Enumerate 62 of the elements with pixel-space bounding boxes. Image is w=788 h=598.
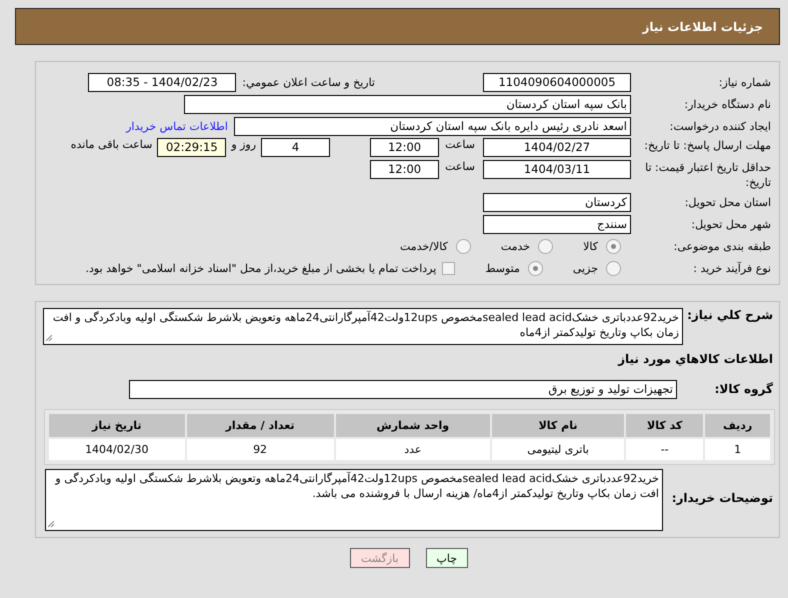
resize-grip-icon[interactable] [48,521,55,528]
deadline-time-field: 12:00 [370,138,440,157]
field-label: نوع فرآیند خرید : [692,260,771,276]
option-label: جزیی [572,262,598,274]
contact-link[interactable]: اطلاعات تماس خریدار [126,120,228,132]
description-field[interactable]: خرید92عددباتری خشکsealed lead acidمخصوص 12upsولت42آمپرگارانتی24ماهه وتعویض بلاشرط شکستگی اولیه وبادکردگی و افت زمان بکاپ وتاریخ تولیدکمتر از4ماه [43,308,683,345]
validity-time-field: 12:00 [370,160,440,179]
field-label: حداقل تاریخ اعتبار قیمت: تا تاریخ: [644,160,771,190]
option-label: کالا [583,240,598,252]
option-label: خدمت [500,240,530,252]
table-cell: -- [626,439,704,460]
field-label: توضیحات خریدار: [670,491,773,506]
field-label: ساعت [445,160,475,173]
table-cell: باتری لیتیومی [492,439,624,460]
city-field: سنندج [483,214,631,234]
page-title: جزئیات اطلاعات نیاز [642,20,763,34]
buyer-org-field: بانک سپه استان کردستان [184,94,631,114]
province-field: کردستان [483,192,631,212]
resize-grip-icon[interactable] [46,335,53,342]
field-label: روز و [231,138,256,151]
goods-group-field: تجهیزات تولید و توزیع برق [129,380,677,398]
field-label: استان محل تحویل: [684,194,771,210]
buyer-notes-field[interactable]: خرید92عددباتری خشکsealed lead acidمخصوص 12upsولت42آمپرگارانتی24ماهه وتعویض بلاشرط شکستگی اولیه وبادکردگی و افت زمان بکاپ وتاریخ تولیدکمتر از4ماه/ هزینه ارسال با فروشنده می باشد. [45,469,663,531]
section-title: اطلاعات كالاهاي مورد نياز [616,352,773,366]
column-header: کد کالا [626,414,704,437]
field-label: شهر محل تحویل: [690,216,771,232]
radio-button[interactable] [538,238,554,254]
column-header: ردیف [705,414,770,437]
field-label: شرح كلي نياز: [686,308,773,323]
table-cell: 1404/02/30 [49,439,185,460]
option-label: کالا/خدمت [400,240,448,252]
deadline-date-field: 1404/02/27 [483,138,631,157]
field-label: مهلت ارسال پاسخ: تا تاریخ: [643,138,771,153]
field-label: ساعت [445,138,475,151]
need-number-field: 1104090604000005 [483,72,631,92]
radio-button[interactable] [606,260,621,276]
column-header: تاریخ نیاز [49,414,185,437]
validity-date-field: 1404/03/11 [483,160,631,179]
radio-button[interactable] [456,238,471,254]
requester-field: اسعد نادری رئیس دایره بانک سپه استان کردستان [234,116,631,136]
print-button[interactable]: چاپ [426,548,468,568]
checkbox[interactable] [442,262,456,274]
days-field: 4 [261,138,330,157]
column-header: تعداد / مقدار [186,414,334,437]
column-header: نام کالا [492,414,624,437]
field-label: نام دستگاه خریدار: [683,96,771,112]
option-label: متوسط [485,262,520,274]
field-label: طبقه بندی موضوعی: [672,238,771,254]
field-label: شماره نیاز: [718,74,771,90]
announce-date-field: 1404/02/23 - 08:35 [88,72,236,92]
table-cell: 1 [705,439,770,460]
table-cell: 92 [186,439,334,460]
remaining-time-field: 02:29:15 [157,138,226,157]
column-header: واحد شمارش [336,414,490,437]
field-label: گروه کالا: [714,382,773,396]
table-cell: عدد [336,439,490,460]
radio-button[interactable] [606,238,621,254]
option-label: پرداخت تمام یا بخشی از مبلغ خرید،از محل "اسناد خزانه اسلامی" خواهد بود. [86,262,436,274]
radio-button[interactable] [528,260,543,276]
field-label: تاریخ و ساعت اعلان عمومي: [242,76,375,88]
field-label: ایجاد کننده درخواست: [668,118,771,134]
field-label: ساعت باقی مانده [70,138,152,151]
